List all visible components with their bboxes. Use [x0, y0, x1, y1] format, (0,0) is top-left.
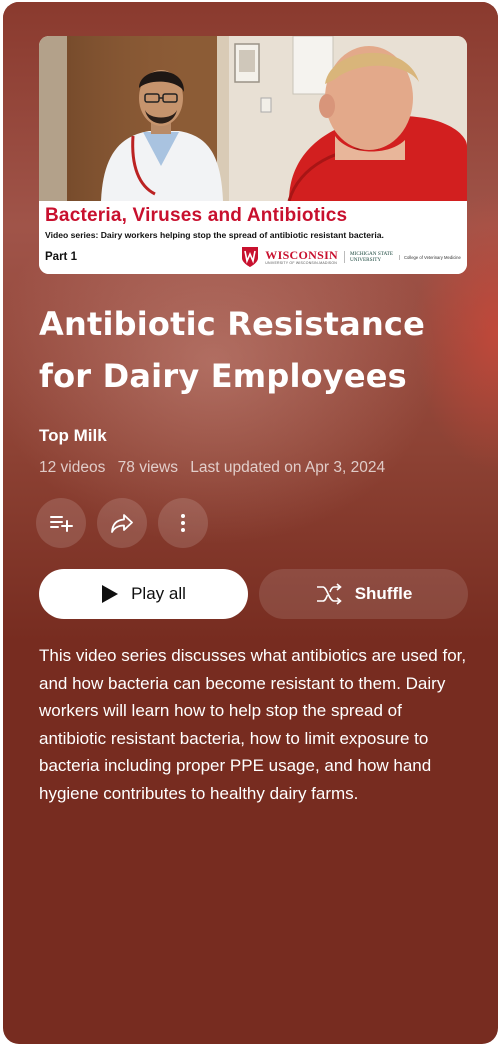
- playlist-thumbnail[interactable]: Bacteria, Viruses and Antibiotics Video …: [39, 36, 467, 274]
- playlist-title: Antibiotic Resistance for Dairy Employee…: [39, 305, 425, 395]
- thumbnail-scene-image: [39, 36, 467, 201]
- thumbnail-banner: Bacteria, Viruses and Antibiotics Video …: [39, 201, 467, 274]
- uw-crest-icon: [242, 247, 259, 267]
- thumbnail-subtitle: Video series: Dairy workers helping stop…: [45, 230, 384, 240]
- playlist-meta: 12 videos 78 views Last updated on Apr 3…: [39, 459, 393, 477]
- playlist-add-icon: [50, 516, 73, 532]
- play-icon: [102, 585, 119, 603]
- view-count: 78 views: [117, 459, 178, 476]
- uw-logo: WISCONSIN UNIVERSITY OF WISCONSIN-MADISO…: [265, 249, 338, 265]
- playlist-header-panel: Bacteria, Viruses and Antibiotics Video …: [3, 2, 498, 1044]
- thumbnail-title: Bacteria, Viruses and Antibiotics: [45, 205, 348, 226]
- last-updated: Last updated on Apr 3, 2024: [190, 459, 386, 476]
- share-icon: [111, 514, 133, 533]
- shuffle-icon: [316, 583, 342, 605]
- shuffle-label: Shuffle: [354, 584, 413, 603]
- more-vert-icon: [181, 514, 185, 532]
- more-actions-button[interactable]: [158, 498, 208, 548]
- play-all-label: Play all: [131, 584, 186, 603]
- video-count: 12 videos: [39, 459, 106, 476]
- channel-name[interactable]: Top Milk: [39, 426, 107, 446]
- msu-logo-text: MICHIGAN STATE UNIVERSITY: [344, 251, 393, 263]
- play-all-button[interactable]: Play all: [39, 569, 248, 619]
- share-button[interactable]: [97, 498, 147, 548]
- playlist-description: This video series discusses what antibio…: [39, 646, 467, 803]
- cvm-logo-text: College of Veterinary Medicine: [399, 254, 461, 260]
- thumbnail-logos: WISCONSIN UNIVERSITY OF WISCONSIN-MADISO…: [241, 243, 461, 271]
- save-playlist-button[interactable]: [36, 498, 86, 548]
- thumbnail-part-label: Part 1: [45, 251, 77, 263]
- shuffle-button[interactable]: Shuffle: [259, 569, 468, 619]
- uw-logo-text: WISCONSIN: [265, 248, 339, 262]
- uw-logo-subtext: UNIVERSITY OF WISCONSIN-MADISON: [265, 261, 337, 265]
